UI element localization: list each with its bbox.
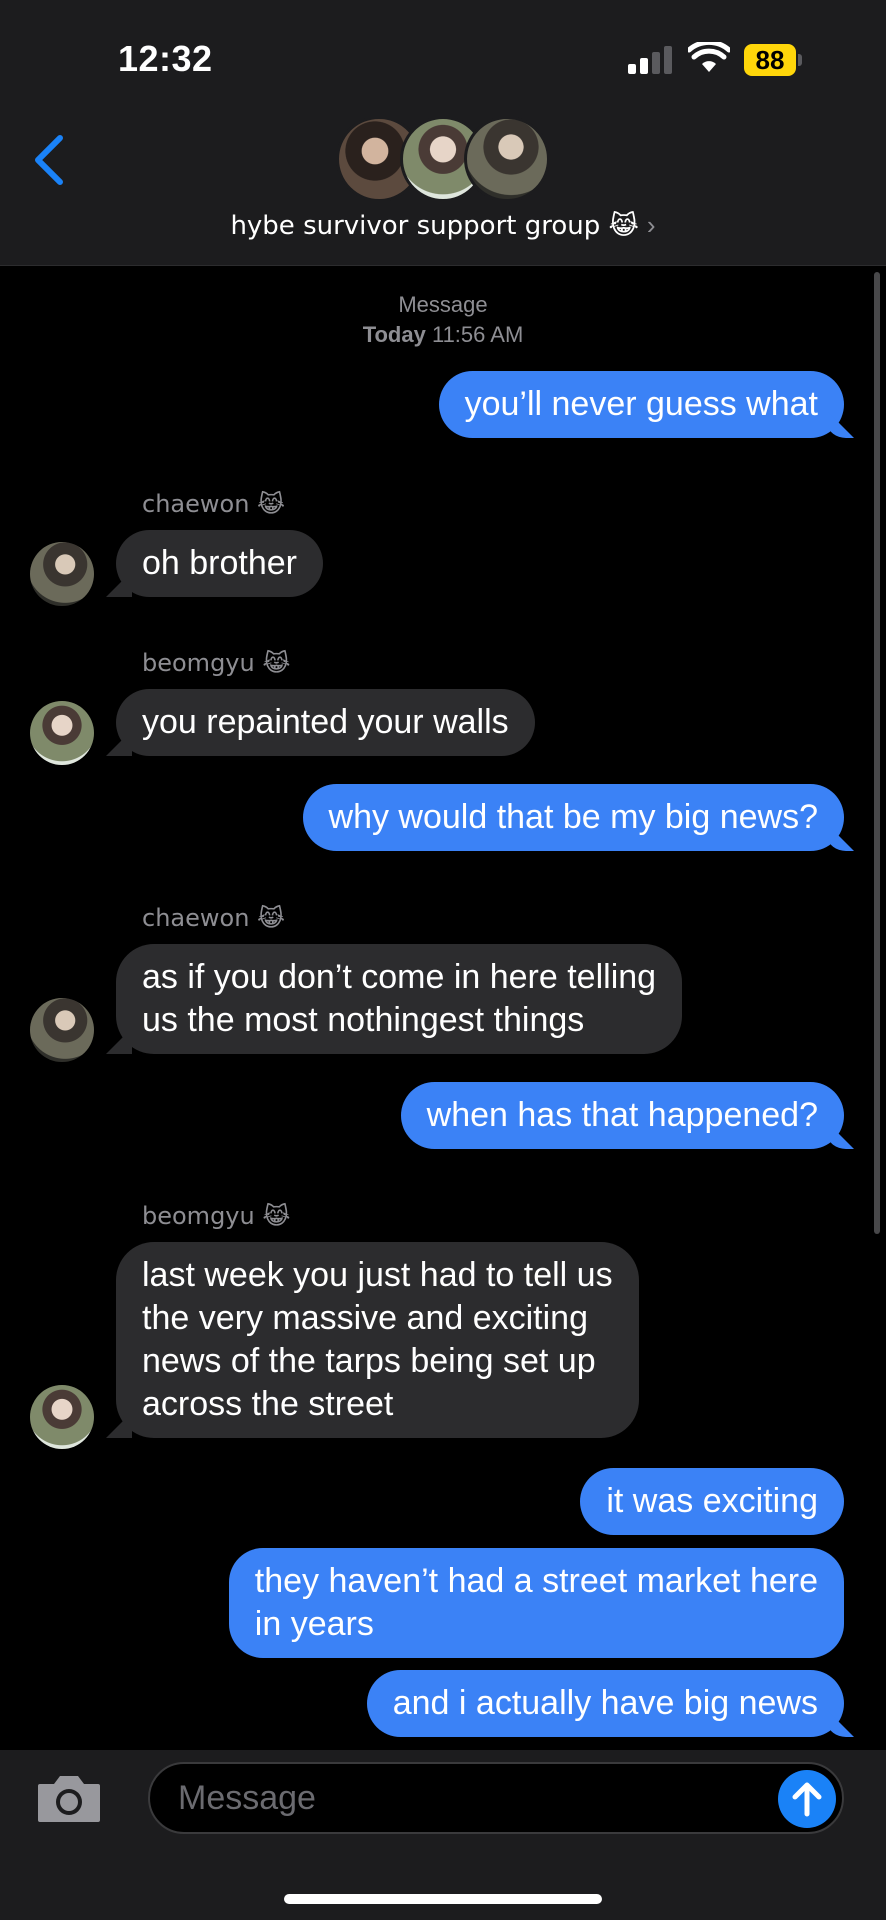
status-bar: 12:32 88	[0, 0, 886, 110]
message-bubble-incoming[interactable]: last week you just had to tell us the ve…	[116, 1242, 639, 1438]
message-input[interactable]	[178, 1764, 778, 1832]
timestamp: Message Today 11:56 AM	[0, 290, 886, 350]
group-name-label: hybe survivor support group 😹	[230, 211, 639, 241]
camera-icon[interactable]	[36, 1772, 102, 1824]
message-bubble-outgoing[interactable]: you’ll never guess what	[438, 371, 844, 438]
message-text: it was exciting	[606, 1482, 818, 1520]
chevron-left-icon[interactable]	[30, 130, 70, 190]
message-bubble-outgoing[interactable]: when has that happened?	[400, 1082, 844, 1149]
battery-icon: 88	[744, 44, 802, 76]
conversation-header: hybe survivor support group 😹 ›	[0, 110, 886, 266]
message-text-line: as if you don’t come in here telling	[142, 958, 657, 996]
sender-name: chaewon 😹	[142, 904, 286, 932]
wifi-icon	[688, 42, 730, 72]
message-text-line: news of the tarps being set up	[142, 1342, 596, 1380]
timestamp-day: Today	[362, 322, 426, 347]
group-name[interactable]: hybe survivor support group 😹 ›	[0, 210, 886, 241]
battery-level: 88	[744, 44, 796, 76]
message-bubble-incoming[interactable]: oh brother	[116, 530, 323, 597]
message-text: and i actually have big news	[392, 1684, 818, 1722]
message-text: when has that happened?	[426, 1096, 818, 1134]
message-bubble-incoming[interactable]: as if you don’t come in here telling us …	[116, 944, 683, 1054]
message-text: you repainted your walls	[142, 703, 509, 741]
timestamp-label: Message	[398, 292, 488, 317]
message-text-line: across the street	[142, 1385, 394, 1423]
cellular-signal-icon	[628, 46, 674, 74]
message-bubble-outgoing[interactable]: and i actually have big news	[366, 1670, 844, 1737]
message-text-line: last week you just had to tell us	[142, 1256, 613, 1294]
message-bubble-incoming[interactable]: you repainted your walls	[116, 689, 535, 756]
avatar[interactable]	[30, 1385, 94, 1449]
message-text: oh brother	[142, 544, 297, 582]
message-text-line: in years	[254, 1605, 374, 1643]
scroll-indicator[interactable]	[874, 272, 880, 1234]
arrow-up-icon	[792, 1782, 822, 1817]
avatar[interactable]	[30, 998, 94, 1062]
timestamp-time: 11:56 AM	[431, 322, 524, 347]
message-text-line: the very massive and exciting	[142, 1299, 588, 1337]
avatar[interactable]	[30, 701, 94, 765]
home-indicator[interactable]	[284, 1894, 602, 1904]
message-bubble-outgoing[interactable]: they haven’t had a street market here in…	[228, 1548, 844, 1658]
send-button[interactable]	[778, 1770, 836, 1828]
sender-name: beomgyu 😹	[142, 649, 291, 677]
message-bubble-outgoing[interactable]: why would that be my big news?	[302, 784, 844, 851]
group-avatar-3	[464, 116, 550, 202]
composer-bar	[0, 1750, 886, 1920]
message-text: you’ll never guess what	[464, 385, 818, 423]
message-input-container[interactable]	[148, 1762, 844, 1834]
status-time: 12:32	[118, 38, 213, 79]
sender-name: beomgyu 😹	[142, 1202, 291, 1230]
message-bubble-outgoing[interactable]: it was exciting	[580, 1468, 844, 1535]
message-text-line: us the most nothingest things	[142, 1001, 585, 1039]
message-text-line: they haven’t had a street market here	[254, 1562, 818, 1600]
avatar[interactable]	[30, 542, 94, 606]
chevron-right-icon: ›	[646, 210, 656, 240]
group-avatars[interactable]	[336, 116, 552, 202]
sender-name: chaewon 😹	[142, 490, 286, 518]
message-text: why would that be my big news?	[328, 798, 818, 836]
